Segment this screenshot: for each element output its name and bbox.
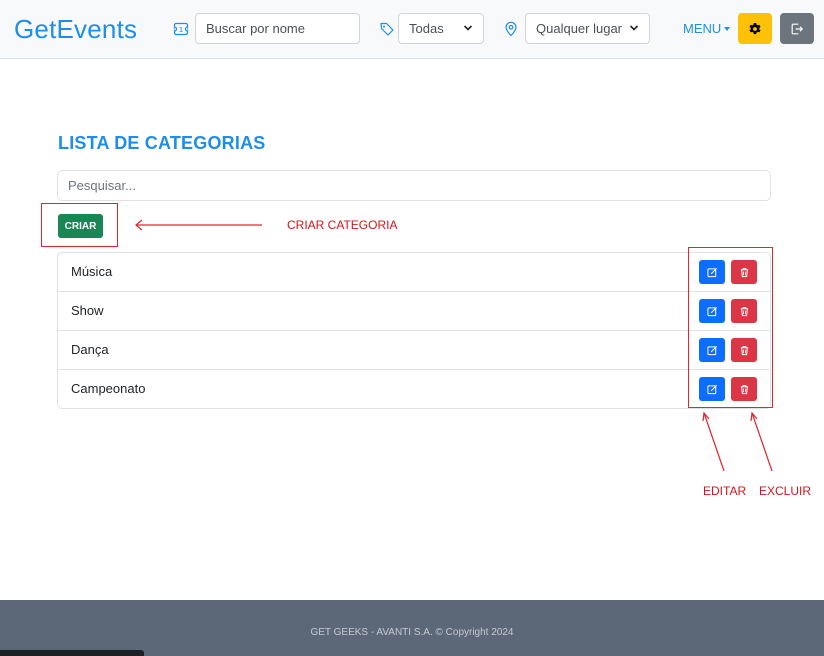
category-select-value: Todas [409,21,444,36]
category-search-input[interactable]: Pesquisar... [57,170,771,201]
top-navbar: GetEvents 1 Buscar por nome Todas Qualqu… [0,0,824,59]
create-category-annotation: CRIAR CATEGORIA [287,218,398,232]
caret-down-icon [724,27,731,31]
delete-annotation: EXCLUIR [759,484,812,498]
category-list: Música Show Dança Campeonato [57,252,771,409]
menu-label: MENU [683,21,722,36]
page-title: LISTA DE CATEGORIAS [58,133,266,153]
event-search-input[interactable]: Buscar por nome [195,13,360,44]
location-select[interactable]: Qualquer lugar [525,13,650,44]
map-pin-icon [505,21,517,37]
category-select[interactable]: Todas [398,13,484,44]
footer: GET GEEKS - AVANTI S.A. © Copyright 2024 [0,600,824,656]
settings-button[interactable] [738,13,772,44]
edit-annotation: EDITAR [703,484,747,498]
list-item: Show [58,292,770,331]
list-item: Dança [58,331,770,370]
actions-highlight-box [688,247,773,408]
category-label: Dança [71,342,109,357]
menu-dropdown[interactable]: MENU [683,21,731,36]
list-item: Música [58,253,770,292]
chevron-down-icon [629,25,639,31]
gear-icon [749,22,761,34]
logout-button[interactable] [780,13,814,44]
category-label: Show [71,303,104,318]
category-label: Campeonato [71,381,146,396]
footer-copyright: GET GEEKS - AVANTI S.A. © Copyright 2024 [310,627,514,638]
chevron-down-icon [463,25,473,31]
list-item: Campeonato [58,370,770,408]
create-highlight-box [41,203,118,247]
svg-text:1: 1 [179,26,183,34]
ticket-icon: 1 [173,22,189,36]
brand-logo[interactable]: GetEvents [14,14,137,45]
tag-icon [380,22,394,36]
taskbar-strip [0,650,144,656]
location-select-value: Qualquer lugar [536,21,622,36]
logout-icon [791,23,804,34]
category-label: Música [71,264,113,279]
